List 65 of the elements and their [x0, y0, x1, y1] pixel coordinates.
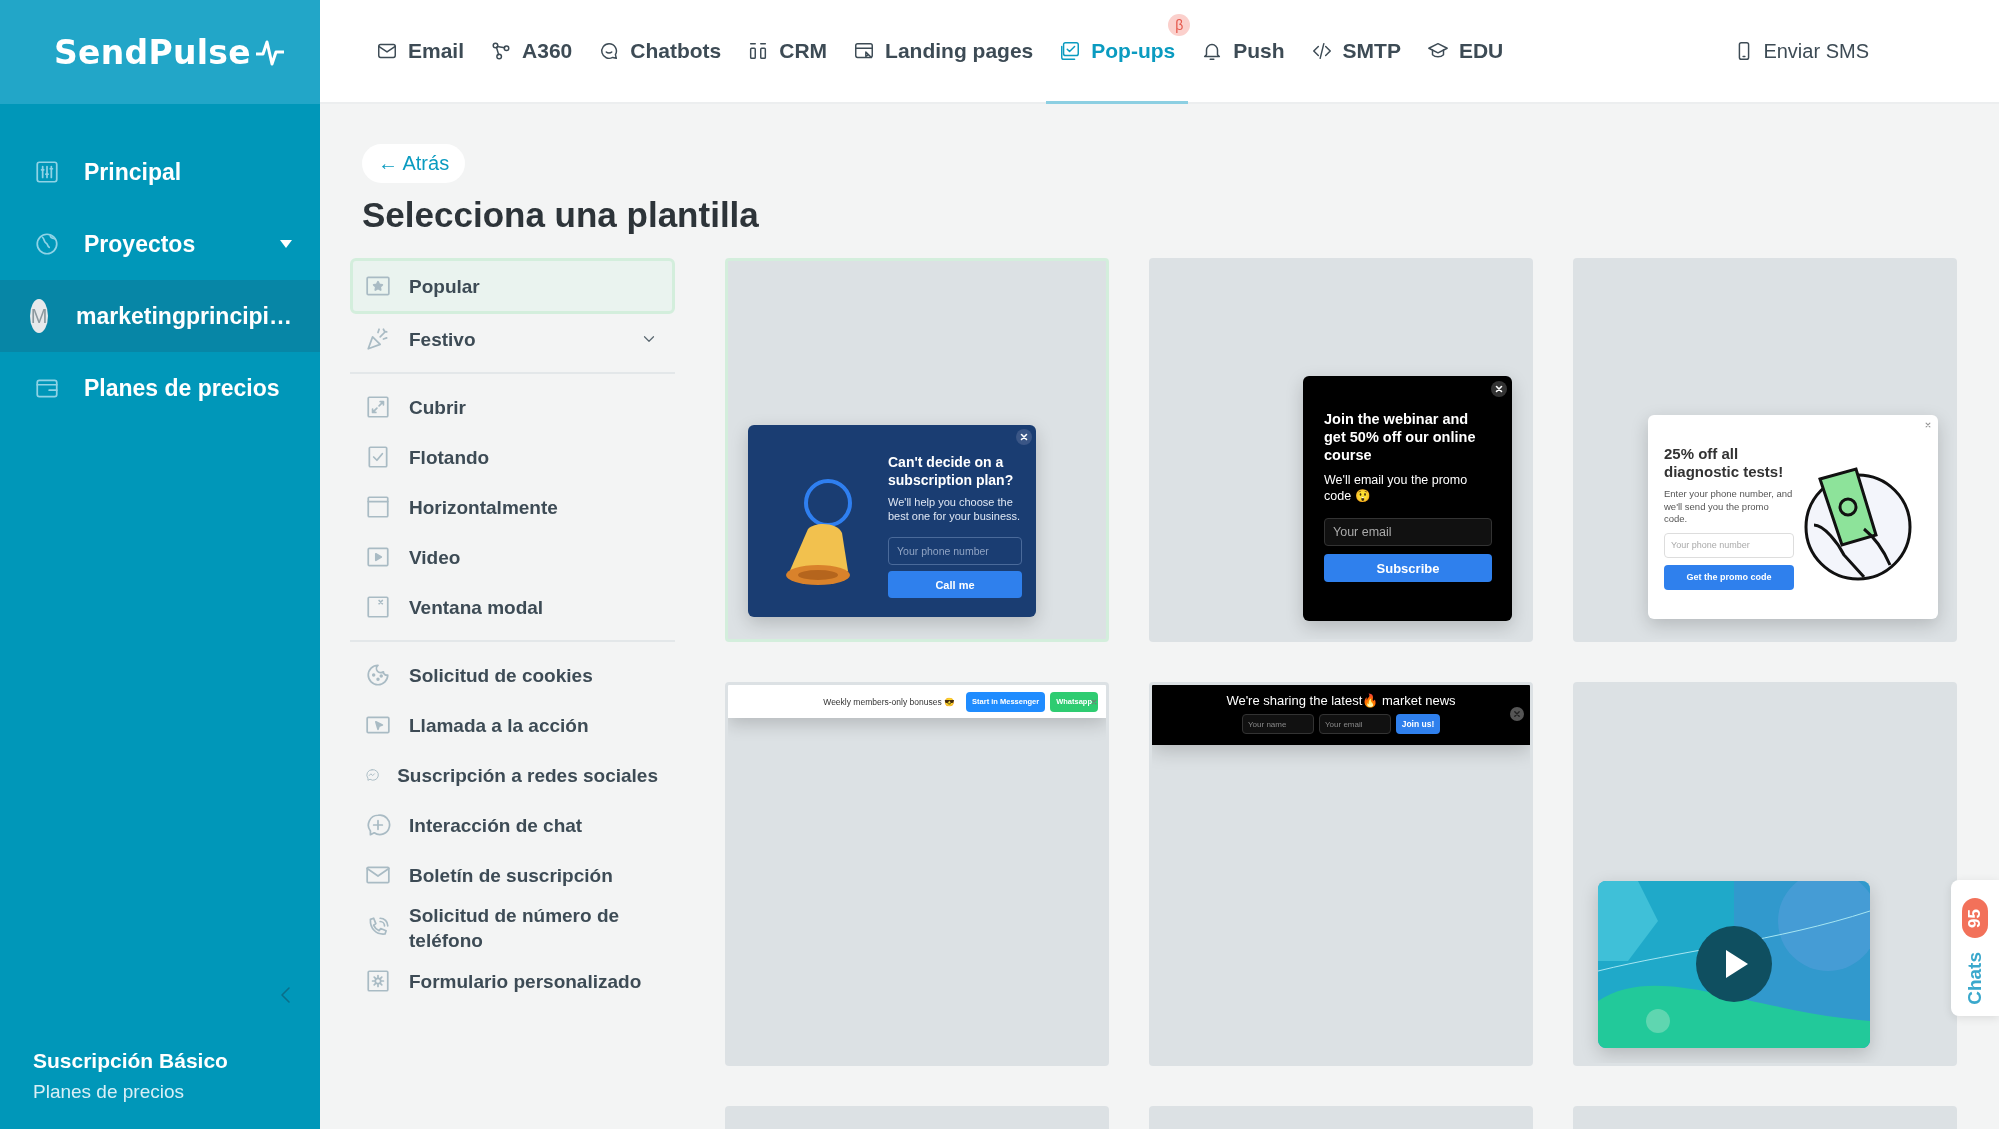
- category-item[interactable]: Popular: [350, 258, 675, 314]
- category-item[interactable]: Llamada a la acción: [350, 700, 675, 750]
- close-icon[interactable]: [1491, 381, 1507, 397]
- category-item[interactable]: Ventana modal: [350, 582, 675, 632]
- popup-title: 25% off all diagnostic tests!: [1664, 445, 1785, 481]
- category-item[interactable]: Flotando: [350, 432, 675, 482]
- chat-plus-icon: [365, 812, 391, 838]
- page-title: Selecciona una plantilla: [362, 195, 759, 235]
- count-badge: 95: [1962, 898, 1988, 938]
- popup-text: We'll help you choose the best one for your business.: [888, 495, 1022, 523]
- text-field[interactable]: Your name: [1242, 714, 1314, 734]
- beta-badge: β: [1168, 14, 1191, 36]
- join-button[interactable]: Join us!: [1396, 714, 1440, 734]
- category-item[interactable]: Festivo: [350, 314, 675, 364]
- subscribe-button[interactable]: Subscribe: [1324, 554, 1492, 582]
- category-item[interactable]: Boletín de suscripción: [350, 850, 675, 900]
- banner-icon: [365, 494, 391, 520]
- avatar: M: [30, 299, 48, 333]
- nav-tab[interactable]: A360: [477, 0, 586, 104]
- template-card[interactable]: [1573, 682, 1957, 1066]
- bar-title: We're sharing the latest🔥 market news: [1226, 693, 1456, 708]
- category-item[interactable]: Solicitud de número de teléfono: [350, 900, 675, 956]
- plan-title: Suscripción Básico: [33, 1049, 229, 1073]
- category-item[interactable]: Formulario personalizado: [350, 956, 675, 1006]
- template-card[interactable]: Join the webinar and get 50% off our online course We'll email you the promo code 😲 Your email Subscribe: [1149, 258, 1533, 642]
- call-button[interactable]: Call me: [888, 571, 1022, 598]
- nav-tab[interactable]: CRM: [734, 0, 841, 104]
- close-frame-icon: [365, 594, 391, 620]
- popup-text: Enter your phone number, and we'll send you the promo code.: [1664, 488, 1794, 526]
- nav-tab[interactable]: Email: [363, 0, 478, 104]
- play-frame-icon: [365, 544, 391, 570]
- expand-icon: [365, 394, 391, 420]
- nav-tab[interactable]: Push: [1188, 0, 1298, 104]
- popup-title: Join the webinar and get 50% off our online course: [1324, 410, 1477, 464]
- template-card[interactable]: 25% off all diagnostic tests! Enter your phone number, and we'll send you the promo code. Your phone number Get the promo code: [1573, 258, 1957, 642]
- text-field[interactable]: Your email: [1319, 714, 1391, 734]
- popup-text: We'll email you the promo code 😲: [1324, 472, 1469, 504]
- category-item[interactable]: Horizontalmente: [350, 482, 675, 532]
- category-item[interactable]: Cubrir: [350, 382, 675, 432]
- close-icon[interactable]: [1016, 429, 1032, 445]
- email-field[interactable]: Your email: [1324, 518, 1492, 546]
- star-frame-icon: [365, 273, 391, 299]
- nav-tab[interactable]: EDU: [1413, 0, 1517, 104]
- caret-icon: [280, 240, 292, 248]
- play-button[interactable]: [1695, 925, 1773, 1003]
- bar-text: Weekly members-only bonuses 😎: [823, 696, 956, 707]
- checkbox-icon: [365, 444, 391, 470]
- sidebar-item[interactable]: M marketingprincipi…: [0, 280, 320, 352]
- cookie-icon: [365, 662, 391, 688]
- gear-frame-icon: [365, 968, 391, 994]
- promo-button[interactable]: Get the promo code: [1664, 564, 1794, 590]
- category-item[interactable]: Interacción de chat: [350, 800, 675, 850]
- phone-field[interactable]: Your phone number: [888, 537, 1022, 565]
- popup-title: Can't decide on a subscription plan?: [888, 453, 1015, 489]
- popup-window-icon: [1059, 39, 1082, 62]
- nav-tab[interactable]: SMTP: [1297, 0, 1414, 104]
- template-card[interactable]: We're sharing the latest🔥 market news Your name Your email Join us!: [1149, 682, 1533, 1066]
- sliders-icon: [34, 159, 60, 185]
- template-card[interactable]: Can't decide on a subscription plan? We'll help you choose the best one for your business. Your phone number Call me: [725, 258, 1109, 642]
- category-item[interactable]: Suscripción a redes sociales: [350, 750, 675, 800]
- nav-tab[interactable]: Landing pages: [840, 0, 1047, 104]
- nav-tab[interactable]: Chatbots: [585, 0, 735, 104]
- category-item[interactable]: Video: [350, 532, 675, 582]
- category-item[interactable]: Solicitud de cookies: [350, 650, 675, 700]
- sms-link[interactable]: Enviar SMS: [1733, 0, 1869, 102]
